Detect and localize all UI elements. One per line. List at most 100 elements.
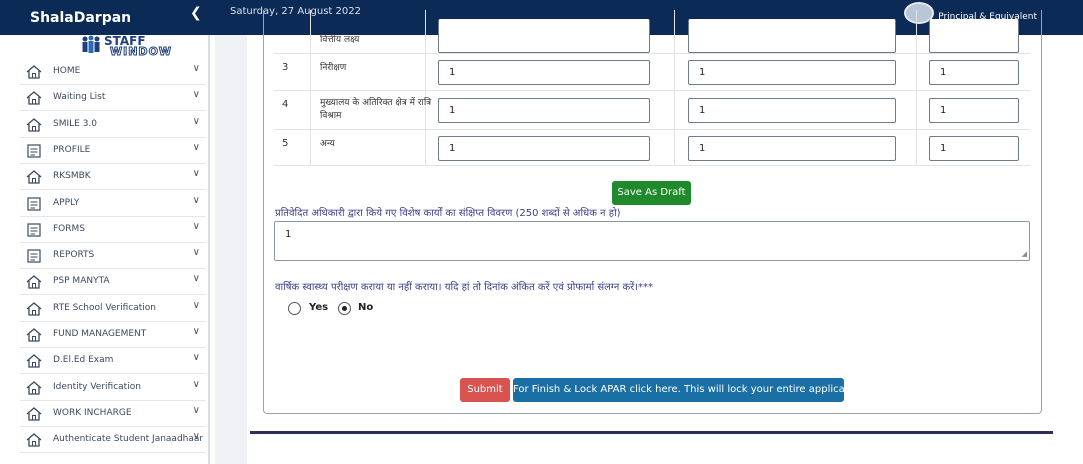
chevron-down-icon[interactable]: ∨ (193, 195, 200, 206)
forms-icon (27, 223, 41, 237)
sidebar-item[interactable]: Authenticate Student Janaadhaar ∨ (20, 427, 206, 454)
sidebar-item-label: Authenticate Student Janaadhaar (53, 434, 204, 445)
finish-lock-apar-button[interactable]: For Finish & Lock APAR click here. This … (513, 378, 867, 402)
chevron-down-icon[interactable]: ∨ (193, 326, 200, 337)
chevron-down-icon[interactable]: ∨ (193, 168, 200, 179)
remark-input[interactable]: 1 (929, 136, 1019, 161)
special-work-label: प्रतिवेदित अधिकारी द्वारा किये गए विशेष … (275, 208, 621, 219)
table-row: 3 निरीक्षण 1 1 1 (274, 54, 1030, 91)
home-icon (26, 433, 42, 447)
row-item-label: वित्तीय लक्ष्य (320, 35, 360, 45)
sidebar-item-label: PSP MANYTA (53, 276, 110, 287)
chevron-down-icon[interactable]: ∨ (193, 300, 200, 311)
chevron-down-icon[interactable]: ∨ (193, 273, 200, 284)
profile-icon (27, 144, 41, 158)
table-row: 5 अन्य 1 1 1 (274, 130, 1030, 166)
sidebar-item-label: FORMS (53, 223, 85, 234)
apply-icon (27, 196, 41, 211)
submit-button[interactable]: Submit (460, 378, 510, 402)
no-radio[interactable] (338, 302, 351, 315)
target-input[interactable]: 1 (438, 136, 650, 161)
chevron-down-icon[interactable]: ∨ (193, 116, 200, 127)
row-item-label: निरीक्षण (320, 63, 347, 73)
yes-radio-label[interactable]: Yes (309, 302, 328, 313)
remark-input[interactable]: 1 (929, 98, 1019, 123)
chevron-down-icon[interactable]: ∨ (193, 63, 200, 74)
staff-people-icon (82, 35, 100, 53)
target-input[interactable]: 1 (438, 98, 650, 123)
chevron-down-icon[interactable]: ∨ (193, 352, 200, 363)
sidebar-toggle-icon[interactable]: ❮ (190, 5, 202, 21)
sidebar-item[interactable]: PROFILE ∨ (20, 138, 206, 164)
target-input[interactable] (438, 19, 650, 53)
home-icon (26, 91, 42, 105)
row-number: 4 (282, 99, 289, 110)
sidebar-item-label: RTE School Verification (53, 302, 156, 313)
save-as-draft-button[interactable]: Save As Draft (612, 181, 691, 205)
sidebar-item[interactable]: D.El.Ed Exam ∨ (20, 348, 206, 375)
sidebar-item[interactable]: SMILE 3.0 ∨ (20, 112, 206, 138)
chevron-down-icon[interactable]: ∨ (193, 221, 200, 232)
chevron-down-icon[interactable]: ∨ (193, 405, 200, 416)
sidebar-item[interactable]: PSP MANYTA ∨ (20, 269, 206, 296)
sidebar-item-label: D.El.Ed Exam (53, 355, 114, 366)
chevron-down-icon[interactable]: ∨ (193, 89, 200, 100)
row-number: 3 (282, 62, 289, 73)
remark-input[interactable]: 1 (929, 60, 1019, 85)
sidebar-item-label: RKSMBK (53, 171, 91, 182)
target-input[interactable]: 1 (438, 60, 650, 85)
achievement-input[interactable]: 1 (688, 136, 896, 161)
special-work-value: 1 (285, 229, 292, 240)
sidebar-item[interactable]: Identity Verification ∨ (20, 375, 206, 401)
special-work-textarea[interactable]: 1 ◢ (274, 221, 1030, 261)
sidebar-item[interactable]: APPLY ∨ (20, 191, 206, 217)
sidebar-item-label: FUND MANAGEMENT (53, 329, 147, 339)
row-number: 5 (282, 138, 289, 149)
home-icon (26, 354, 42, 368)
sidebar-item[interactable]: RTE School Verification ∨ (20, 296, 206, 322)
achievement-input[interactable]: 1 (688, 60, 896, 85)
sidebar-item[interactable]: Waiting List ∨ (20, 85, 206, 112)
sidebar-item[interactable]: HOME ∨ (20, 59, 206, 85)
home-icon (26, 407, 42, 421)
sidebar-item-label: Waiting List (53, 92, 106, 103)
sidebar-item-label: SMILE 3.0 (53, 118, 98, 129)
sidebar-item[interactable]: REPORTS ∨ (20, 243, 206, 270)
home-icon (26, 170, 42, 184)
row-item-label: मुख्यालय के अतिरिक्त क्षेत्र में रात्रि … (320, 98, 432, 121)
chevron-down-icon[interactable]: ∨ (193, 247, 200, 258)
home-icon (26, 380, 42, 395)
panel-footer-line (250, 431, 1053, 434)
sidebar-item[interactable]: FORMS ∨ (20, 217, 206, 243)
staff-window-logo: STAFF WINDOW (80, 35, 172, 59)
sidebar-item-label: HOME (53, 66, 81, 76)
yes-radio[interactable] (288, 302, 301, 315)
content-gutter (215, 35, 247, 464)
reports-icon (27, 249, 41, 263)
home-icon (26, 275, 42, 290)
sidebar-item-label: REPORTS (53, 250, 95, 261)
home-icon (26, 65, 42, 79)
sidebar-item-label: PROFILE (53, 144, 91, 155)
achievement-input[interactable]: 1 (688, 98, 896, 123)
sidebar-item-label: APPLY (53, 197, 80, 208)
sidebar-item[interactable]: FUND MANAGEMENT ∨ (20, 322, 206, 348)
no-radio-label[interactable]: No (358, 302, 373, 313)
table-row: 4 मुख्यालय के अतिरिक्त क्षेत्र में रात्र… (274, 91, 1030, 130)
chevron-down-icon[interactable]: ∨ (193, 379, 200, 390)
logo-window-text: WINDOW (109, 45, 173, 58)
home-icon (26, 301, 42, 316)
home-icon (26, 328, 42, 342)
chevron-down-icon[interactable]: ∨ (193, 431, 200, 442)
home-icon (26, 117, 42, 132)
remark-input[interactable] (929, 19, 1019, 53)
sidebar-divider (208, 35, 210, 464)
table-row: वित्तीय लक्ष्य (274, 10, 1030, 54)
achievement-input[interactable] (688, 19, 896, 53)
chevron-down-icon[interactable]: ∨ (193, 142, 200, 153)
sidebar-item[interactable]: RKSMBK ∨ (20, 164, 206, 191)
sidebar-item[interactable]: WORK INCHARGE ∨ (20, 401, 206, 427)
brand-logo[interactable]: ShalaDarpan (30, 10, 131, 26)
resize-handle-icon[interactable]: ◢ (1022, 250, 1027, 258)
row-item-label: अन्य (320, 139, 335, 149)
